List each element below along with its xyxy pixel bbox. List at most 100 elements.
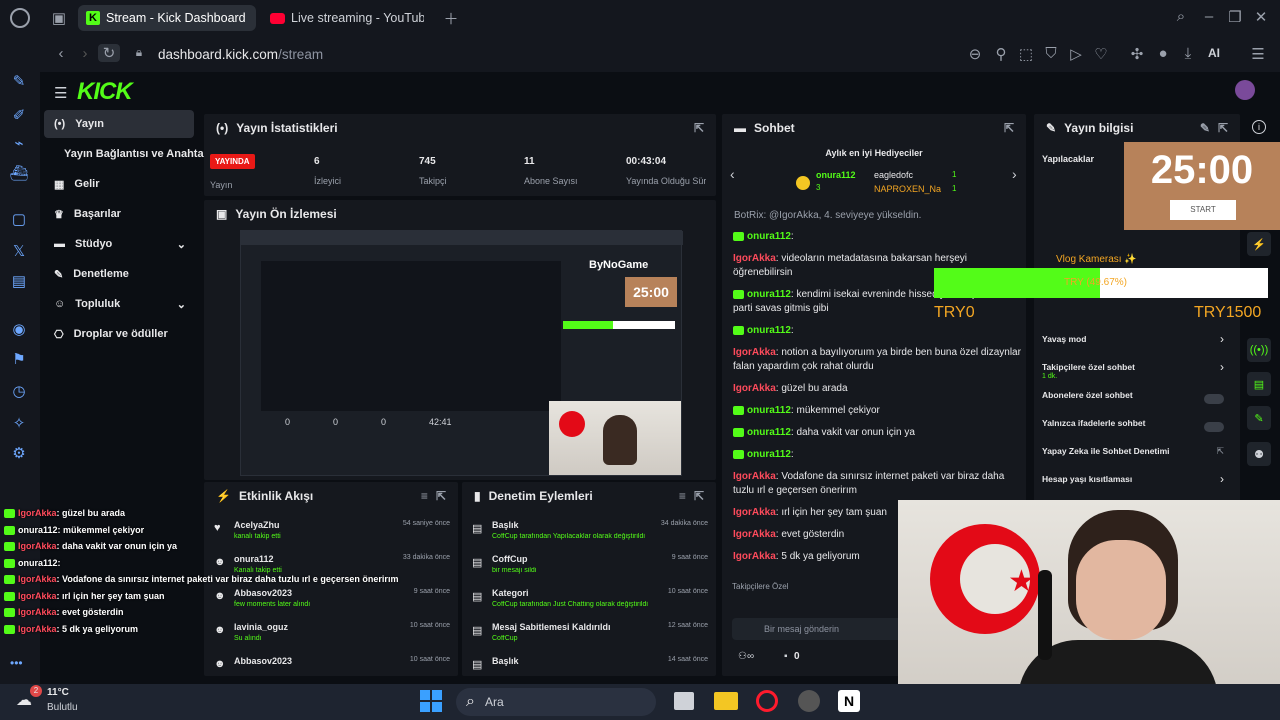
- edit-icon[interactable]: ✎: [1200, 121, 1210, 135]
- maximize-icon[interactable]: ❐: [1224, 8, 1246, 26]
- action-community-icon[interactable]: ⚉: [1247, 442, 1271, 466]
- extensions-icon[interactable]: ✣: [1126, 45, 1148, 63]
- popout-icon[interactable]: ⇱: [694, 121, 704, 135]
- file-explorer-icon[interactable]: [714, 692, 738, 710]
- popout-icon[interactable]: ⇱: [1218, 121, 1228, 135]
- user-avatar[interactable]: [1235, 80, 1255, 100]
- hamburger-menu-icon[interactable]: ☰: [54, 84, 67, 102]
- moderation-row[interactable]: ▤ Mesaj Sabitlemesi Kaldırıldı CoffCup 1…: [462, 618, 716, 650]
- history-icon[interactable]: ◷: [8, 382, 30, 404]
- chat-input[interactable]: Bir mesaj gönderin: [732, 618, 902, 640]
- chat-setting-row[interactable]: Yalnızca ifadelerle sohbet: [1034, 416, 1240, 442]
- windows-start-icon[interactable]: [420, 690, 442, 712]
- settings-icon[interactable]: ⚙: [8, 444, 30, 466]
- moderation-row[interactable]: ▤ CoffCup bir mesajı sildi 9 saat önce: [462, 550, 716, 582]
- chevron-right-icon[interactable]: ›: [1220, 472, 1224, 486]
- sidebar-item-yayin[interactable]: (•) Yayın: [44, 110, 194, 138]
- users-icon[interactable]: ⚇∞: [738, 651, 754, 662]
- sidebar-item-gelir[interactable]: ▦ Gelir: [44, 170, 194, 198]
- back-icon[interactable]: ‹: [50, 45, 72, 62]
- pin-icon[interactable]: ⚲: [990, 45, 1012, 63]
- play-icon[interactable]: ▷: [1065, 45, 1087, 63]
- zoom-icon[interactable]: ⊖: [964, 45, 986, 63]
- action-card-icon[interactable]: ▤: [1247, 372, 1271, 396]
- tab-island-icon[interactable]: ▣: [48, 9, 70, 27]
- sidebar-item-basarilar[interactable]: ♛ Başarılar: [44, 200, 194, 228]
- chat-message[interactable]: IgorAkka: Vodafone da sınırsız internet …: [733, 470, 1023, 498]
- gamepad-icon[interactable]: ⌁: [8, 134, 30, 156]
- x-icon[interactable]: 𝕏: [8, 242, 30, 264]
- chat-message[interactable]: onura112:: [733, 448, 1023, 462]
- tab-kick-dashboard[interactable]: K Stream - Kick Dashboard: [78, 5, 256, 31]
- chat-message[interactable]: onura112:: [733, 324, 1023, 338]
- chevron-right-icon[interactable]: ›: [1220, 360, 1224, 374]
- moderation-row[interactable]: ▤ Kategori CoffCup tarafından Just Chatt…: [462, 584, 716, 616]
- chevron-left-icon[interactable]: ‹: [730, 166, 735, 182]
- opera-taskbar-icon[interactable]: [756, 690, 778, 712]
- filter-icon[interactable]: ≡: [679, 489, 686, 503]
- chat-setting-row[interactable]: Abonelere özel sohbet: [1034, 388, 1240, 414]
- pin-rail-icon[interactable]: ⚑: [8, 350, 30, 372]
- chat-setting-row[interactable]: Takipçilere özel sohbet 1 dk. ›: [1034, 360, 1240, 386]
- snapshot-icon[interactable]: ⬚: [1015, 45, 1037, 63]
- tracker-icon[interactable]: ✎: [8, 72, 30, 94]
- setting-toggle[interactable]: [1204, 394, 1224, 404]
- chat-message[interactable]: IgorAkka: güzel bu arada: [733, 382, 1023, 396]
- taskbar-search[interactable]: ⌕ Ara: [456, 688, 656, 716]
- player-icon[interactable]: ◉: [8, 320, 30, 342]
- boat-icon[interactable]: ⛴: [8, 164, 30, 186]
- close-icon[interactable]: ✕: [1250, 8, 1272, 26]
- chat-message[interactable]: onura112:: [733, 230, 1023, 244]
- menu-icon[interactable]: ☰: [1247, 45, 1269, 63]
- action-lightning-icon[interactable]: ⚡: [1247, 232, 1271, 256]
- chat-message[interactable]: onura112: daha vakit var onun için ya: [733, 426, 1023, 440]
- kick-logo[interactable]: KICK: [77, 78, 133, 106]
- obs-taskbar-icon[interactable]: [798, 690, 820, 712]
- chat-setting-row[interactable]: Hesap yaşı kısıtlaması ›: [1034, 472, 1240, 498]
- timer-start-button[interactable]: START: [1170, 200, 1236, 220]
- sidebar-item-denetleme[interactable]: ✎ Denetleme: [44, 260, 194, 288]
- sidebar-item-studyo[interactable]: ▬ Stüdyo ⌄: [44, 230, 194, 258]
- chevron-right-icon[interactable]: ›: [1012, 166, 1017, 182]
- chat-setting-row[interactable]: Yavaş mod ›: [1034, 332, 1240, 358]
- popout-icon[interactable]: ⇱: [436, 489, 446, 503]
- external-link-icon[interactable]: ⇱: [1216, 446, 1224, 457]
- puzzle-icon[interactable]: ✧: [8, 414, 30, 436]
- twitch-icon[interactable]: ▢: [8, 210, 30, 232]
- filter-icon[interactable]: ≡: [421, 489, 428, 503]
- popout-icon[interactable]: ⇱: [1004, 121, 1014, 135]
- profile-icon[interactable]: ●: [1152, 45, 1174, 62]
- pen-icon[interactable]: ✐: [8, 106, 30, 128]
- chat-message[interactable]: onura112: mükemmel çekiyor: [733, 404, 1023, 418]
- url-field[interactable]: dashboard.kick.com/stream: [158, 42, 958, 66]
- moderation-row[interactable]: ▤ Başlık 14 saat önce: [462, 652, 716, 684]
- setting-toggle[interactable]: [1204, 422, 1224, 432]
- new-tab-icon[interactable]: ＋: [440, 8, 462, 29]
- more-icon[interactable]: •••: [10, 656, 23, 670]
- popout-icon[interactable]: ⇱: [694, 489, 704, 503]
- download-icon[interactable]: ⤓: [1177, 45, 1199, 62]
- moderation-row[interactable]: ▤ Başlık CoffCup tarafından Yapılacaklar…: [462, 516, 716, 548]
- chat-setting-row[interactable]: Yapay Zeka ile Sohbet Denetimi ⇱: [1034, 444, 1240, 470]
- heart-icon[interactable]: ♡: [1090, 45, 1112, 63]
- shield-icon[interactable]: ⛉: [1040, 45, 1062, 62]
- info-icon[interactable]: i: [1252, 120, 1266, 134]
- reload-icon[interactable]: ↻: [98, 44, 120, 62]
- ai-button[interactable]: AI: [1208, 46, 1220, 60]
- sidebar-item-droplar[interactable]: ⎔ Droplar ve ödüller: [44, 320, 194, 348]
- tab-youtube[interactable]: Live streaming - YouTube: [262, 5, 432, 31]
- sidebar-item-topluluk[interactable]: ☺ Topluluk ⌄: [44, 290, 194, 318]
- chat-message[interactable]: IgorAkka: notion a bayılıyoruım ya birde…: [733, 346, 1023, 374]
- stream-preview-video[interactable]: ByNoGame 25:00 0 0 0 42:41: [240, 230, 683, 476]
- task-view-icon[interactable]: [674, 692, 694, 710]
- chevron-right-icon[interactable]: ›: [1220, 332, 1224, 346]
- forward-icon[interactable]: ›: [74, 45, 96, 62]
- search-icon[interactable]: ⌕: [1170, 8, 1192, 25]
- sidebar-item-stream-key[interactable]: Yayın Bağlantısı ve Anahtarı: [54, 140, 211, 168]
- action-wrench-icon[interactable]: ✎: [1247, 406, 1271, 430]
- action-broadcast-icon[interactable]: ((•)): [1247, 338, 1271, 362]
- opera-logo-icon[interactable]: [10, 8, 30, 28]
- activity-row[interactable]: ☻ Abbasov2023 10 saat önce: [204, 652, 458, 684]
- minimize-icon[interactable]: –: [1198, 8, 1220, 25]
- notion-taskbar-icon[interactable]: N: [838, 690, 860, 712]
